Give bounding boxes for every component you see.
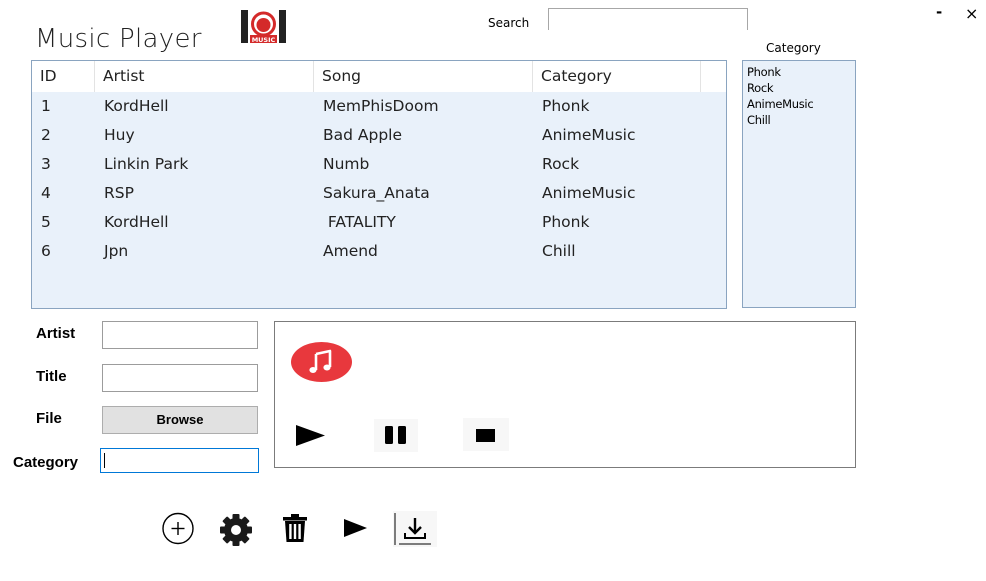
cell-artist: RSP [104,184,134,202]
table-row[interactable]: 2 Huy Bad Apple AnimeMusic [32,121,726,150]
artist-input[interactable] [102,321,258,349]
table-row[interactable]: 1 KordHell MemPhisDoom Phonk [32,92,726,121]
cell-category: AnimeMusic [542,184,636,202]
cell-id: 5 [41,213,51,231]
music-note-icon [291,342,352,382]
column-header-id[interactable]: ID [32,61,95,92]
category-label: Category [13,454,79,471]
browse-button[interactable]: Browse [102,406,258,434]
category-input[interactable] [100,448,259,473]
play-icon[interactable] [340,514,370,542]
title-label: Title [36,368,67,385]
column-header-song[interactable]: Song [314,61,533,92]
column-header-artist[interactable]: Artist [95,61,314,92]
minimize-button[interactable]: - [936,3,942,21]
cell-category: Phonk [542,97,590,115]
cell-artist: Jpn [104,242,129,260]
cell-song: Amend [323,242,378,260]
music-logo-icon: MUSIC [241,8,286,45]
cell-song: MemPhisDoom [323,97,439,115]
cell-id: 2 [41,126,51,144]
player-panel [274,321,856,468]
table-row[interactable]: 5 KordHell FATALITY Phonk [32,208,726,237]
category-item-rock[interactable]: Rock [747,80,855,96]
cell-artist: Linkin Park [104,155,189,173]
table-row[interactable]: 4 RSP Sakura_Anata AnimeMusic [32,179,726,208]
cell-id: 4 [41,184,51,202]
stop-button[interactable] [463,418,509,451]
cell-category: Rock [542,155,580,173]
cell-song: Bad Apple [323,126,403,144]
search-label: Search [488,16,530,30]
cell-song: Numb [323,155,370,173]
pause-button[interactable] [374,419,418,452]
cell-artist: KordHell [104,213,169,231]
gear-icon[interactable] [214,512,258,548]
search-input[interactable] [548,8,748,30]
cell-category: Phonk [542,213,590,231]
category-panel-label: Category [766,41,821,55]
title-input[interactable] [102,364,258,392]
app-title: Music Player [35,24,202,54]
cell-song: FATALITY [323,213,396,231]
cell-artist: KordHell [104,97,169,115]
category-item-animemusic[interactable]: AnimeMusic [747,96,855,112]
category-item-chill[interactable]: Chill [747,112,855,128]
table-header: ID Artist Song Category [32,61,726,92]
table-row[interactable]: 6 Jpn Amend Chill [32,237,726,266]
cell-song: Sakura_Anata [323,184,430,202]
close-button[interactable]: × [965,4,978,23]
cell-id: 1 [41,97,51,115]
artist-label: Artist [36,325,76,342]
category-list[interactable]: Phonk Rock AnimeMusic Chill [742,60,856,308]
play-button[interactable] [294,423,327,448]
download-icon[interactable] [393,511,437,547]
category-item-phonk[interactable]: Phonk [747,64,855,80]
add-circle-icon[interactable] [156,512,200,545]
cell-id: 6 [41,242,51,260]
file-label: File [36,410,62,427]
cell-id: 3 [41,155,51,173]
cell-artist: Huy [104,126,135,144]
table-row[interactable]: 3 Linkin Park Numb Rock [32,150,726,179]
trash-icon[interactable] [281,512,309,544]
cell-category: Chill [542,242,576,260]
text-caret [104,453,105,468]
column-header-category[interactable]: Category [533,61,701,92]
cell-category: AnimeMusic [542,126,636,144]
logo-text: MUSIC [252,36,276,44]
songs-table[interactable]: ID Artist Song Category 1 KordHell MemPh… [31,60,727,309]
